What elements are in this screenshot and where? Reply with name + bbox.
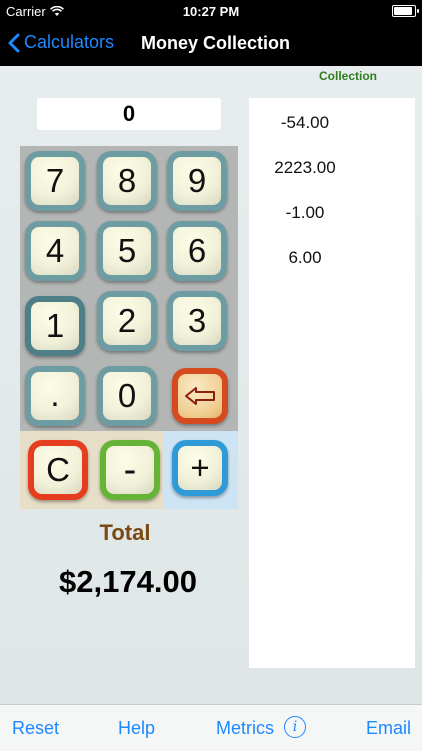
- total-value: $2,174.00: [59, 564, 197, 599]
- key-5[interactable]: 5: [97, 221, 157, 281]
- collection-label: Collection: [319, 69, 378, 83]
- info-icon[interactable]: i: [284, 716, 306, 738]
- email-button[interactable]: Email: [366, 718, 411, 739]
- entry-display: 0: [37, 98, 221, 130]
- key-6[interactable]: 6: [167, 221, 227, 281]
- status-time: 10:27 PM: [182, 4, 240, 19]
- operation-row: C - +: [20, 431, 238, 509]
- chevron-left-icon: [8, 33, 20, 52]
- reset-button[interactable]: Reset: [12, 718, 59, 739]
- key-3[interactable]: 3: [167, 291, 227, 351]
- key-2[interactable]: 2: [97, 291, 157, 351]
- page-title: Money Collection: [141, 33, 291, 53]
- collection-item[interactable]: 2223.00: [249, 158, 361, 178]
- total-label: Total: [99, 520, 151, 545]
- keypad: 7 8 9 4 5 6 1 2 3 . 0: [20, 146, 238, 431]
- add-button[interactable]: +: [172, 440, 228, 496]
- backspace-button[interactable]: [172, 368, 228, 424]
- battery-icon: [392, 5, 419, 17]
- key-decimal[interactable]: .: [25, 366, 85, 426]
- key-1[interactable]: 1: [25, 296, 85, 356]
- key-4[interactable]: 4: [25, 221, 85, 281]
- subtract-button[interactable]: -: [100, 440, 160, 500]
- bottom-toolbar: Reset Help Metrics i Email: [0, 704, 422, 751]
- key-9[interactable]: 9: [167, 151, 227, 211]
- clear-button[interactable]: C: [28, 440, 88, 500]
- collection-list[interactable]: -54.00 2223.00 -1.00 6.00: [249, 98, 415, 668]
- back-label: Calculators: [24, 32, 115, 52]
- nav-bar: Calculators Money Collection: [0, 22, 422, 66]
- battery-fill: [394, 7, 412, 15]
- collection-item[interactable]: -54.00: [249, 113, 361, 133]
- content-area: Collection 0 7 8 9 4 5 6 1 2 3 . 0 C - +…: [0, 66, 422, 704]
- status-bar: Carrier 10:27 PM: [0, 0, 422, 22]
- metrics-button[interactable]: Metrics: [216, 718, 274, 739]
- key-0[interactable]: 0: [97, 366, 157, 426]
- collection-item[interactable]: -1.00: [249, 203, 361, 223]
- collection-item[interactable]: 6.00: [249, 248, 361, 268]
- key-7[interactable]: 7: [25, 151, 85, 211]
- help-button[interactable]: Help: [118, 718, 155, 739]
- key-8[interactable]: 8: [97, 151, 157, 211]
- back-button[interactable]: Calculators: [8, 32, 114, 53]
- left-arrow-icon: [185, 387, 215, 405]
